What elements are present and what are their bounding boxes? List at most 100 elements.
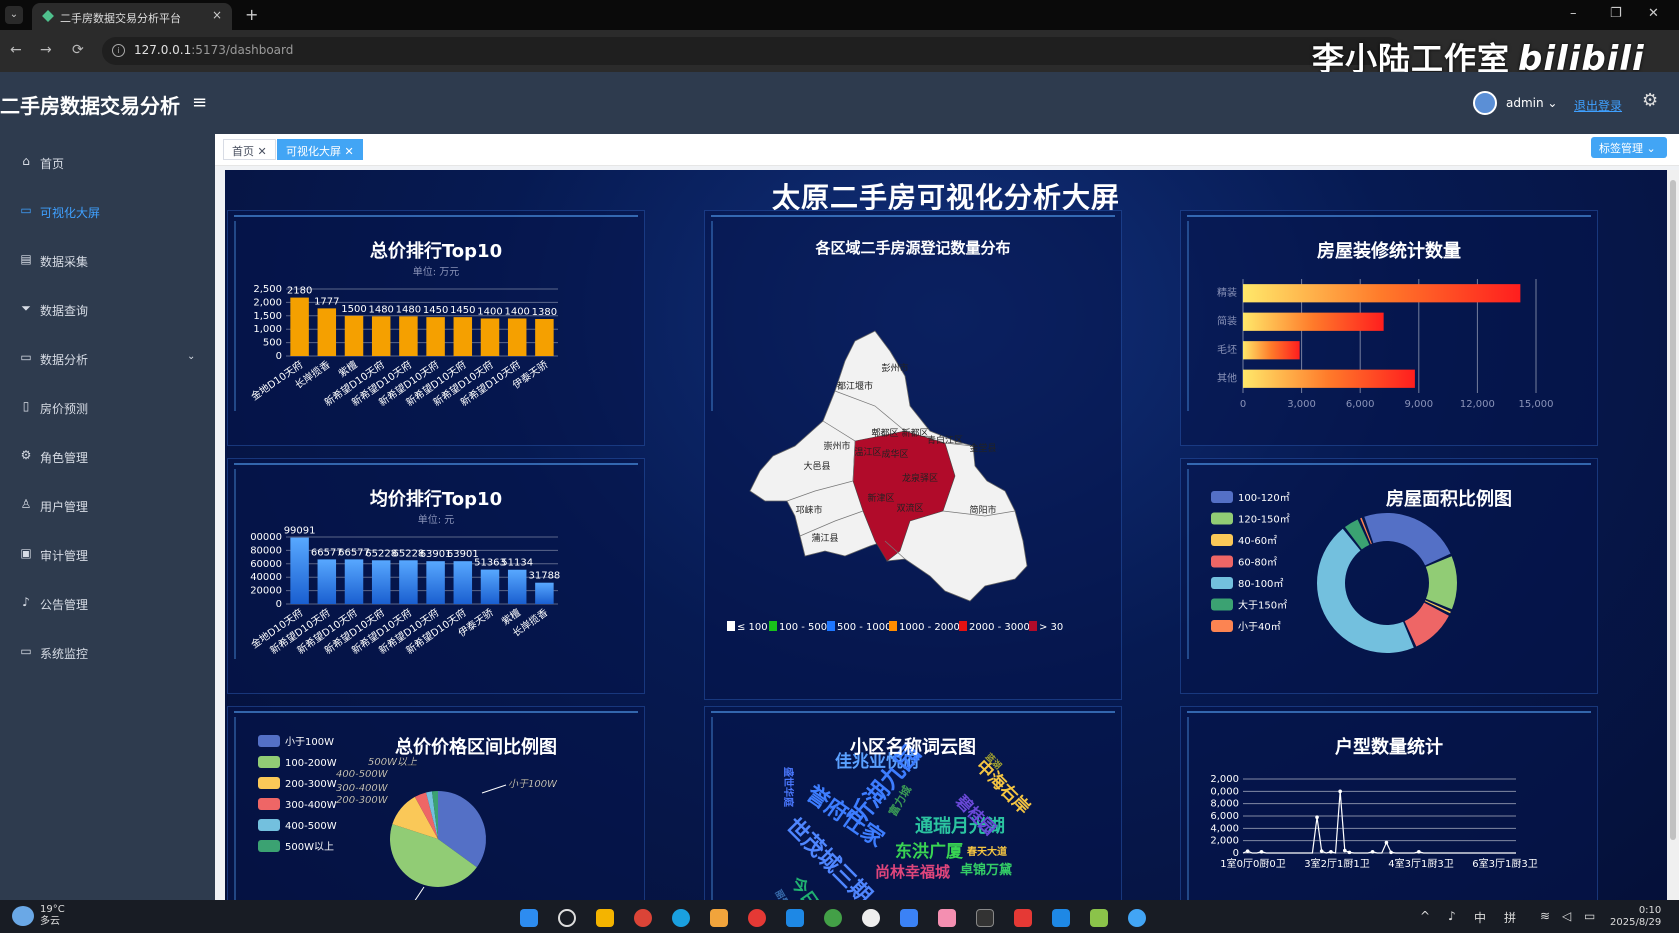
app-icon[interactable] bbox=[1128, 909, 1146, 927]
x-tick-label: 0 bbox=[1240, 399, 1246, 410]
legend-label: 500 - 1000 bbox=[837, 622, 892, 633]
wordcloud-word: 尚林幸福城 bbox=[875, 863, 950, 881]
tag-close-icon[interactable]: ✕ bbox=[258, 145, 267, 158]
sidebar-item-dashboard[interactable]: ▭ 可视化大屏 bbox=[0, 191, 215, 231]
sidebar-item-monitor[interactable]: ▭ 系统监控 bbox=[0, 632, 215, 672]
monitor-icon: ▭ bbox=[20, 644, 32, 658]
sidebar-item-home[interactable]: ⌂ 首页 bbox=[0, 142, 215, 182]
app-title: 二手房数据交易分析 bbox=[0, 94, 180, 118]
search-icon[interactable] bbox=[558, 909, 576, 927]
dashboard-scrollbar[interactable] bbox=[1667, 170, 1679, 900]
bar bbox=[399, 560, 418, 604]
app-icon[interactable] bbox=[900, 909, 918, 927]
sidebar-item-audit[interactable]: ▣ 审计管理 bbox=[0, 534, 215, 574]
app-icon[interactable] bbox=[786, 909, 804, 927]
tab-close-icon[interactable]: × bbox=[212, 8, 222, 22]
wordcloud-word: 东洪广厦 bbox=[895, 841, 964, 862]
bar bbox=[399, 316, 418, 356]
menu-toggle-icon[interactable]: ≡ bbox=[192, 92, 207, 113]
sidebar-item-data-query[interactable]: ⏷ 数据查询 bbox=[0, 289, 215, 329]
map-region-label: 郫都区 bbox=[871, 427, 898, 439]
jetbrains-icon[interactable] bbox=[1014, 909, 1032, 927]
sidebar-item-label: 数据采集 bbox=[40, 255, 89, 269]
app-icon[interactable] bbox=[710, 909, 728, 927]
logout-link[interactable]: 退出登录 bbox=[1574, 97, 1622, 114]
reload-button[interactable]: ⟳ bbox=[72, 42, 84, 58]
tab-list-dropdown-icon[interactable]: ⌄ bbox=[5, 6, 23, 24]
ime-chinese[interactable]: 中 bbox=[1474, 909, 1486, 926]
chrome-icon[interactable] bbox=[634, 909, 652, 927]
panel-title: 均价排行Top10 bbox=[369, 489, 503, 510]
system-clock[interactable]: 0:10 2025/8/29 bbox=[1610, 905, 1661, 929]
volume-icon[interactable]: ◁ bbox=[1562, 909, 1571, 923]
site-info-icon[interactable]: i bbox=[112, 44, 125, 57]
wechat-icon[interactable] bbox=[824, 909, 842, 927]
avatar[interactable] bbox=[1473, 91, 1497, 115]
vue-favicon-icon bbox=[42, 10, 54, 22]
data-point bbox=[1389, 850, 1393, 855]
panel-price-range: 总价价格区间比例图 小于100W 100-200W 200-300W 300-400W… bbox=[227, 706, 645, 900]
edge-icon[interactable] bbox=[672, 909, 690, 927]
weather-cloud-icon[interactable] bbox=[12, 906, 34, 926]
bar-value-label: 1480 bbox=[396, 304, 421, 315]
legend-swatch bbox=[1211, 577, 1233, 589]
microphone-icon[interactable]: ♪ bbox=[1448, 909, 1456, 923]
legend-swatch bbox=[727, 621, 735, 631]
tag-close-icon[interactable]: ✕ bbox=[345, 145, 354, 158]
window-close-button[interactable]: ✕ bbox=[1648, 6, 1659, 21]
minimize-button[interactable]: – bbox=[1570, 6, 1577, 21]
user-dropdown[interactable]: admin ⌄ bbox=[1506, 96, 1557, 110]
y-tick-label: 2,500 bbox=[253, 284, 282, 295]
tag-home[interactable]: 首页 ✕ bbox=[223, 139, 276, 160]
app-icon[interactable] bbox=[938, 909, 956, 927]
tag-manage-button[interactable]: 标签管理 ⌄ bbox=[1591, 137, 1667, 158]
sidebar-item-label: 审计管理 bbox=[40, 549, 89, 563]
weather-widget[interactable]: 19°C 多云 bbox=[40, 904, 65, 928]
settings-gear-icon[interactable]: ⚙ bbox=[1642, 90, 1658, 111]
data-point bbox=[1417, 849, 1421, 854]
legend-swatch bbox=[258, 819, 280, 831]
vscode-icon[interactable] bbox=[1052, 909, 1070, 927]
tray-chevron-icon[interactable]: ^ bbox=[1420, 909, 1430, 923]
windows-start-icon[interactable] bbox=[520, 909, 538, 927]
y-tick-label: 0 bbox=[276, 599, 282, 610]
pycharm-icon[interactable] bbox=[1090, 909, 1108, 927]
bar bbox=[1243, 369, 1415, 388]
sidebar-item-data-analysis[interactable]: ▭ 数据分析 ⌄ bbox=[0, 338, 215, 378]
sidebar-item-price-prediction[interactable]: ▯ 房价预测 bbox=[0, 387, 215, 427]
sidebar-item-data-collection[interactable]: ▤ 数据采集 bbox=[0, 240, 215, 280]
file-explorer-icon[interactable] bbox=[596, 909, 614, 927]
sidebar-item-users[interactable]: ♙ 用户管理 bbox=[0, 485, 215, 525]
scrollbar-thumb[interactable] bbox=[1670, 180, 1676, 840]
series-line bbox=[1242, 791, 1516, 854]
ime-pinyin[interactable]: 拼 bbox=[1504, 909, 1516, 926]
netease-music-icon[interactable] bbox=[748, 909, 766, 927]
sidebar-item-notices[interactable]: ♪ 公告管理 bbox=[0, 583, 215, 623]
tag-dashboard[interactable]: 可视化大屏 ✕ bbox=[277, 139, 363, 160]
sidebar-item-roles[interactable]: ⚙ 角色管理 bbox=[0, 436, 215, 476]
forward-button[interactable]: → bbox=[40, 42, 52, 58]
new-tab-button[interactable]: + bbox=[245, 5, 258, 24]
back-button[interactable]: ← bbox=[10, 42, 22, 58]
url-path: :5173/dashboard bbox=[191, 43, 294, 57]
bar bbox=[453, 561, 473, 604]
y-tick-label: 精装 bbox=[1217, 286, 1237, 299]
address-bar[interactable]: i 127.0.0.1:5173/dashboard bbox=[102, 37, 1402, 65]
data-point bbox=[1319, 849, 1324, 853]
x-tick-label: 4室3厅1厨3卫 bbox=[1388, 857, 1453, 870]
terminal-icon[interactable] bbox=[976, 909, 994, 927]
panel-area-ratio: 房屋面积比例图 100-120㎡ 120-150㎡ 40-60㎡ 60-80㎡ 80-1… bbox=[1180, 458, 1598, 694]
bar bbox=[535, 319, 554, 356]
browser-tab[interactable]: 二手房数据交易分析平台 × bbox=[32, 3, 232, 30]
callout-line bbox=[414, 886, 425, 900]
battery-icon[interactable]: ▭ bbox=[1584, 909, 1595, 923]
data-point bbox=[1315, 815, 1319, 820]
legend-label: 400-500W bbox=[285, 821, 337, 832]
map-region-label: 成华区 bbox=[881, 448, 908, 460]
qq-icon[interactable] bbox=[862, 909, 880, 927]
map-region-label: 蒲江县 bbox=[811, 532, 838, 544]
wifi-icon[interactable]: ≋ bbox=[1540, 909, 1550, 923]
donut-slice bbox=[1317, 528, 1414, 653]
maximize-button[interactable]: ❐ bbox=[1610, 6, 1622, 21]
bar-value-label: 2180 bbox=[287, 286, 312, 297]
